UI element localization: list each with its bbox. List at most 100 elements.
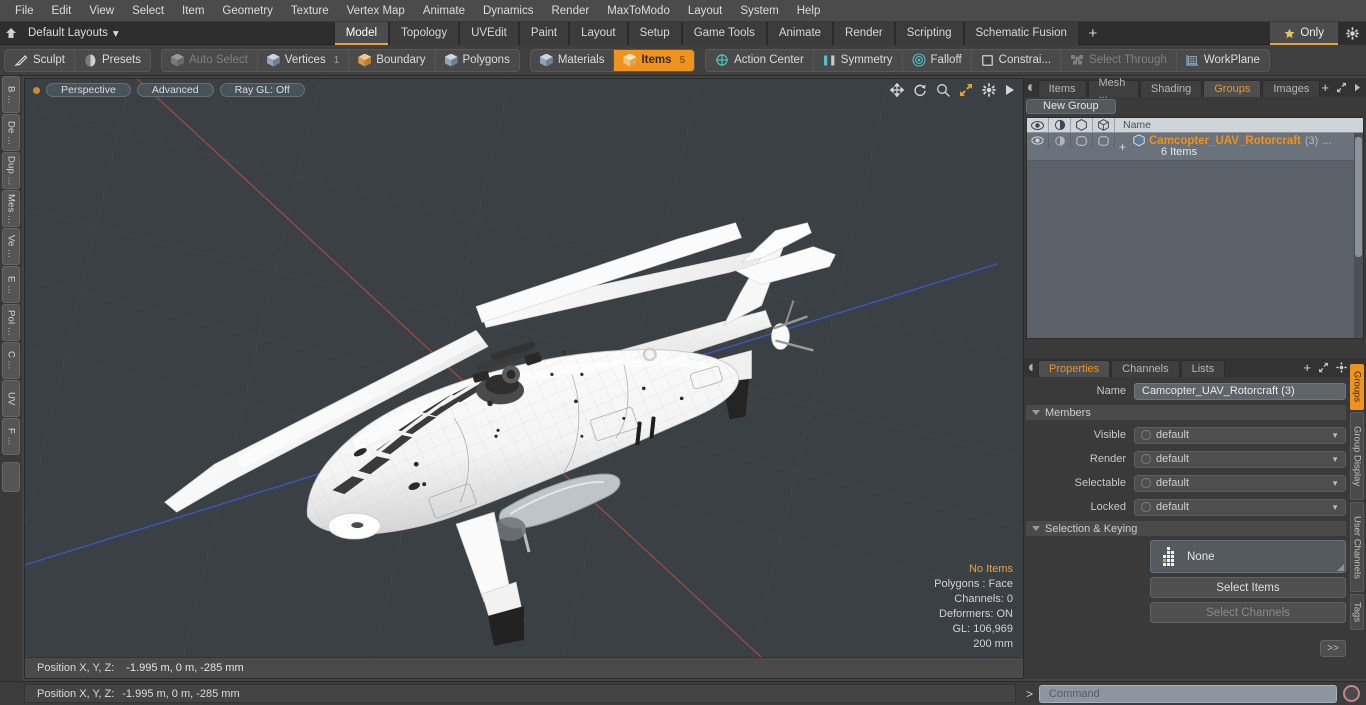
selection-keying-section-header[interactable]: Selection & Keying (1026, 521, 1346, 536)
scrollbar-thumb[interactable] (1355, 137, 1362, 257)
viewport-projection-button[interactable]: Perspective (46, 83, 131, 97)
add-layout-tab-button[interactable]: + (1079, 25, 1107, 42)
new-group-button[interactable]: New Group (1026, 98, 1116, 114)
menu-item-geometry[interactable]: Geometry (213, 1, 282, 21)
layout-tab-scripting[interactable]: Scripting (894, 21, 964, 45)
tab-mesh-[interactable]: Mesh ... (1087, 77, 1139, 101)
record-icon[interactable] (1343, 685, 1360, 702)
expand-more-button[interactable]: >> (1320, 640, 1346, 657)
left-tab-4[interactable]: Ve ... (2, 228, 20, 265)
row-eye-icon[interactable] (1027, 133, 1049, 148)
menu-item-texture[interactable]: Texture (282, 1, 338, 21)
menu-item-help[interactable]: Help (788, 1, 830, 21)
layout-tab-game-tools[interactable]: Game Tools (681, 21, 767, 45)
viewport-menu-dot-icon[interactable] (33, 86, 40, 94)
layout-tab-model[interactable]: Model (333, 21, 390, 45)
properties-menu-dot-icon[interactable] (1026, 358, 1038, 377)
menu-item-vertex-map[interactable]: Vertex Map (338, 1, 414, 21)
menu-item-layout[interactable]: Layout (679, 1, 732, 21)
right-tab-group-display[interactable]: Group Display (1350, 412, 1364, 500)
layout-tab-animate[interactable]: Animate (766, 21, 834, 45)
menu-item-animate[interactable]: Animate (414, 1, 474, 21)
left-tab-9[interactable]: F ... (2, 418, 20, 455)
toolbar-button-items[interactable]: Items 5 (614, 49, 695, 71)
menu-item-maxtomodo[interactable]: MaxToModo (598, 1, 679, 21)
toolbar-button-symmetry[interactable]: Symmetry (814, 49, 903, 71)
row-expander-icon[interactable]: + (1119, 140, 1126, 154)
layout-tab-setup[interactable]: Setup (627, 21, 682, 45)
left-tab-2[interactable]: Dup ... (2, 152, 20, 189)
gear-icon[interactable] (1338, 21, 1366, 45)
properties-gear-icon[interactable] (1336, 362, 1347, 373)
toolbar-button-sculpt[interactable]: Sculpt (5, 49, 75, 71)
toolbar-button-boundary[interactable]: Boundary (349, 49, 436, 71)
gear-icon[interactable] (982, 83, 996, 97)
menu-item-render[interactable]: Render (542, 1, 598, 21)
name-input[interactable]: Camcopter_UAV_Rotorcraft (3) (1134, 382, 1346, 400)
left-tab-7[interactable]: C ... (2, 342, 20, 379)
tab-shading[interactable]: Shading (1139, 80, 1203, 97)
toolbar-button-falloff[interactable]: Falloff (903, 49, 972, 71)
row-shade-icon[interactable] (1049, 133, 1071, 148)
member-dropdown-locked[interactable]: default ▼ (1134, 498, 1346, 516)
layout-tab-paint[interactable]: Paint (518, 21, 570, 45)
menu-item-select[interactable]: Select (123, 1, 173, 21)
menu-item-dynamics[interactable]: Dynamics (474, 1, 542, 21)
groups-list[interactable]: Name + Camcopter_UAV_Rotorcraft (3) ... … (1026, 117, 1364, 339)
left-tab-0[interactable]: B ... (2, 76, 20, 113)
menu-item-edit[interactable]: Edit (43, 1, 81, 21)
tab-images[interactable]: Images (1262, 80, 1321, 97)
layout-tab-uvedit[interactable]: UVEdit (459, 21, 519, 45)
play-icon[interactable] (1005, 84, 1015, 96)
member-dropdown-visible[interactable]: default ▼ (1134, 426, 1346, 444)
left-tab-extra[interactable] (2, 462, 20, 492)
tab-items[interactable]: Items (1037, 80, 1087, 97)
row-name-cell[interactable]: + Camcopter_UAV_Rotorcraft (3) ... 6 Ite… (1115, 133, 1363, 158)
left-tab-8[interactable]: UV (2, 380, 20, 417)
viewport-raygl-button[interactable]: Ray GL: Off (219, 83, 305, 97)
add-properties-tab-button[interactable]: + (1303, 360, 1311, 375)
toolbar-button-workplane[interactable]: WorkPlane (1177, 50, 1269, 71)
panel-menu-dot-icon[interactable] (1026, 78, 1038, 97)
left-tab-6[interactable]: Pol ... (2, 304, 20, 341)
row-selectable-toggle[interactable] (1071, 133, 1093, 148)
tab-lists[interactable]: Lists (1180, 360, 1226, 377)
tab-groups[interactable]: Groups (1203, 80, 1262, 97)
left-tab-5[interactable]: E ... (2, 266, 20, 303)
toolbar-button-action-center[interactable]: Action Center (706, 49, 814, 71)
move-icon[interactable] (890, 83, 904, 97)
expand-properties-icon[interactable] (1318, 362, 1329, 373)
layout-tab-schematic-fusion[interactable]: Schematic Fusion (963, 21, 1079, 45)
member-dropdown-render[interactable]: default ▼ (1134, 450, 1346, 468)
fit-icon[interactable] (959, 83, 973, 97)
tab-channels[interactable]: Channels (1111, 360, 1180, 377)
select-items-button[interactable]: Select Items (1150, 577, 1346, 598)
toolbar-button-vertices[interactable]: Vertices 1 (258, 49, 350, 71)
right-tab-groups[interactable]: Groups (1350, 364, 1364, 410)
member-radio-icon[interactable] (1141, 454, 1151, 464)
home-icon[interactable] (0, 23, 22, 44)
only-toggle-button[interactable]: Only (1270, 21, 1338, 45)
row-lock-toggle[interactable] (1093, 133, 1115, 148)
layout-tab-topology[interactable]: Topology (389, 21, 460, 45)
rotate-icon[interactable] (913, 83, 927, 97)
right-tab-tags[interactable]: Tags (1350, 594, 1364, 630)
right-tab-user-channels[interactable]: User Channels (1350, 502, 1364, 592)
selection-set-picker[interactable]: None (1150, 540, 1346, 573)
viewport-3d-scene[interactable]: Y X Z (25, 79, 1023, 679)
toolbar-button-materials[interactable]: Materials (531, 49, 615, 71)
toolbar-button-presets[interactable]: Presets (75, 50, 150, 71)
table-row[interactable]: + Camcopter_UAV_Rotorcraft (3) ... 6 Ite… (1027, 133, 1363, 161)
groups-list-empty-area[interactable] (1027, 161, 1354, 338)
toolbar-button-constrai-[interactable]: Constrai... (972, 49, 1062, 71)
add-panel-tab-button[interactable]: + (1321, 80, 1329, 95)
layout-tab-render[interactable]: Render (833, 21, 895, 45)
member-radio-icon[interactable] (1141, 502, 1151, 512)
viewport-shading-button[interactable]: Advanced (136, 83, 214, 97)
panel-more-icon[interactable] (1354, 83, 1361, 92)
zoom-icon[interactable] (936, 83, 950, 97)
menu-item-item[interactable]: Item (173, 1, 213, 21)
groups-list-scrollbar[interactable] (1354, 133, 1363, 338)
left-tab-1[interactable]: De ... (2, 114, 20, 151)
member-dropdown-selectable[interactable]: default ▼ (1134, 474, 1346, 492)
